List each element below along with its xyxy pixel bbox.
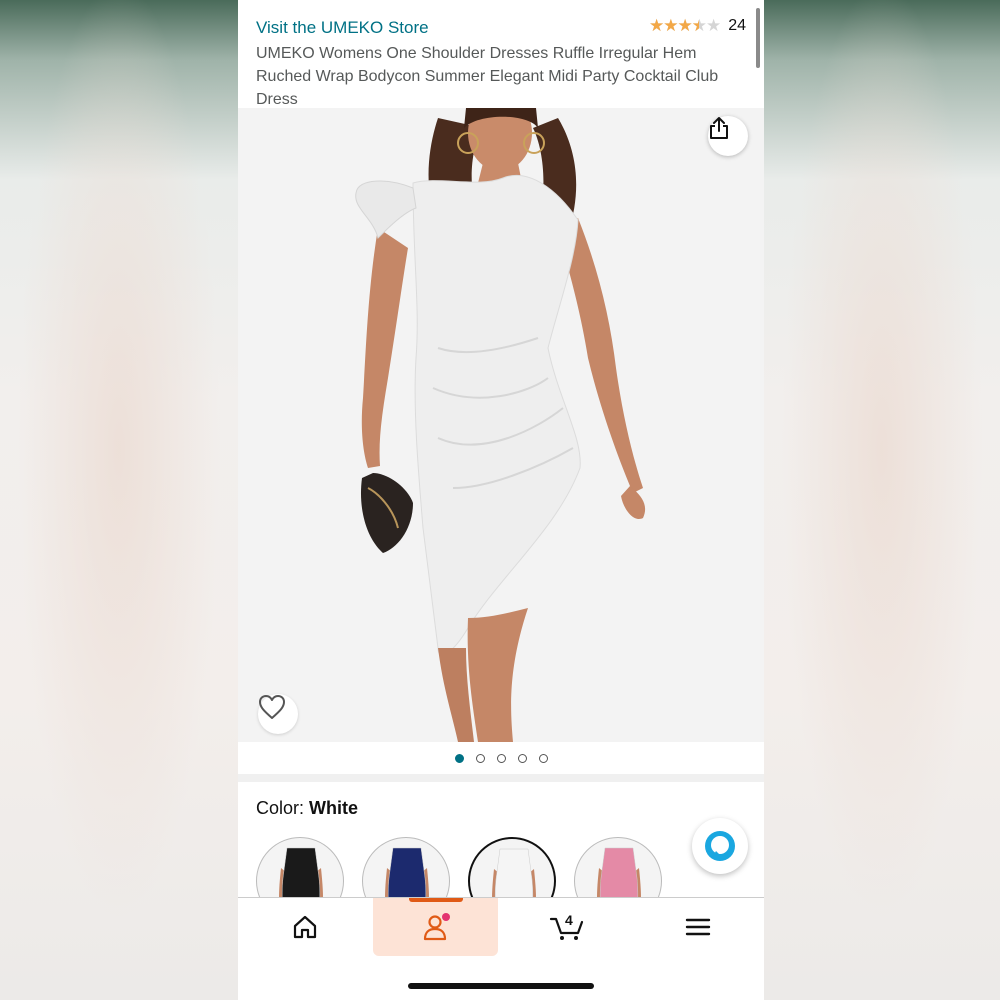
background-blur-left (0, 0, 238, 1000)
wishlist-button[interactable] (258, 694, 298, 734)
image-pagination[interactable] (238, 742, 764, 774)
product-image-gallery[interactable] (238, 108, 764, 742)
share-button[interactable] (708, 116, 748, 156)
home-indicator (408, 983, 594, 989)
pagination-dot[interactable] (496, 753, 506, 763)
alexa-icon (705, 831, 735, 861)
pagination-dot[interactable] (538, 753, 548, 763)
background-blur-right (764, 0, 1000, 1000)
phone-screen: Visit the UMEKO Store ★★★★★ ★★★★★ 24 UME… (238, 0, 764, 1000)
home-icon (293, 915, 316, 939)
nav-menu[interactable] (635, 898, 760, 956)
scrollbar[interactable] (756, 8, 760, 68)
rating-count: 24 (728, 17, 746, 34)
pagination-dot[interactable] (517, 753, 527, 763)
product-title: UMEKO Womens One Shoulder Dresses Ruffle… (256, 45, 719, 108)
alexa-button[interactable] (692, 818, 748, 874)
pagination-dot[interactable] (454, 753, 464, 763)
color-label: Color: White (256, 798, 359, 818)
star-rating-icon: ★★★★★ ★★★★★ (649, 16, 721, 35)
bottom-navbar: 4 (238, 897, 764, 1000)
nav-home[interactable] (242, 898, 367, 956)
color-selector: Color: White (238, 782, 764, 925)
share-icon (710, 117, 728, 139)
selected-color: White (309, 798, 359, 818)
nav-account[interactable] (373, 898, 498, 956)
account-icon (423, 913, 450, 941)
product-header: Visit the UMEKO Store ★★★★★ ★★★★★ 24 UME… (238, 0, 764, 108)
menu-icon (685, 918, 710, 936)
store-link[interactable]: Visit the UMEKO Store (256, 18, 429, 38)
heart-icon (259, 695, 285, 719)
nav-active-indicator (409, 898, 463, 902)
pagination-dot[interactable] (475, 753, 485, 763)
product-image (355, 108, 646, 742)
nav-cart[interactable]: 4 (504, 898, 629, 956)
rating[interactable]: ★★★★★ ★★★★★ 24 (649, 16, 746, 36)
cart-count: 4 (565, 912, 573, 928)
